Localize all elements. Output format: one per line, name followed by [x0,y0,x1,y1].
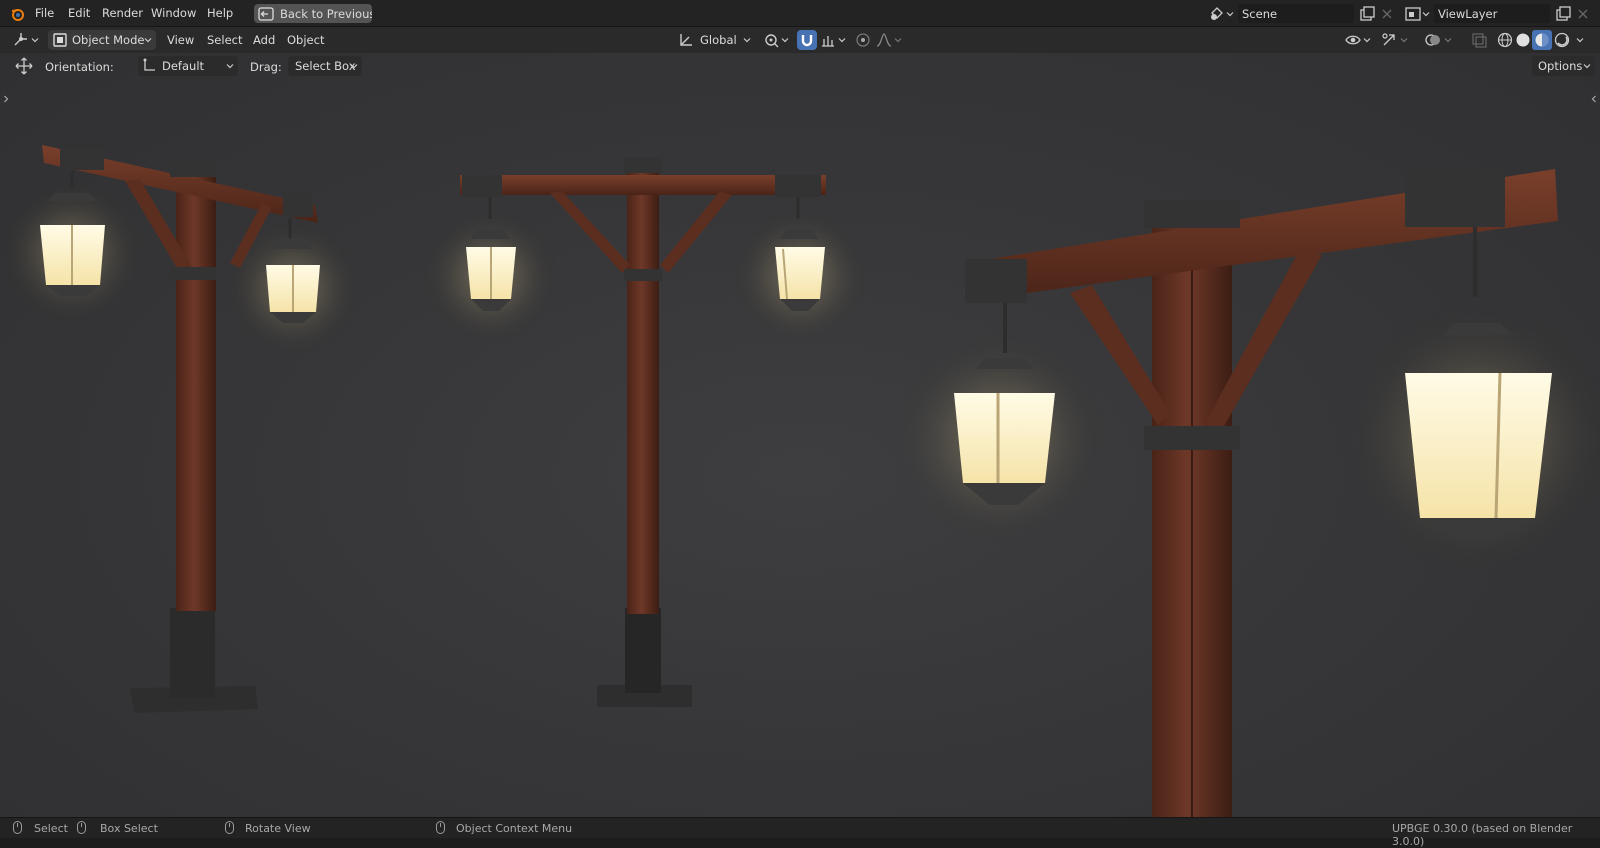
chevron-down-icon [226,62,234,70]
chevron-down-icon [350,62,358,70]
snap-magnet-icon [798,31,816,49]
pivot-point-icon[interactable] [762,31,780,49]
toolbar-expand-arrow-icon[interactable] [2,95,10,103]
material-preview-icon [1533,31,1551,49]
snap-target-icon[interactable] [819,31,837,49]
close-icon[interactable] [1574,5,1592,23]
scene-name-field[interactable]: Scene [1238,4,1354,23]
transform-orientation-icon [140,57,158,75]
chevron-down-icon[interactable] [1422,10,1430,18]
back-to-previous-button[interactable]: Back to Previous [254,4,372,23]
orientation-label: Orientation: [45,60,114,74]
object-mode-label: Object Mode [72,33,145,47]
drag-dropdown[interactable]: Select Box [288,56,362,76]
proportional-editing-icon[interactable] [854,31,872,49]
orientation-value: Default [162,59,205,73]
chevron-down-icon[interactable] [1444,36,1452,44]
drag-value: Select Box [295,59,356,73]
scene-name: Scene [1242,7,1278,21]
options-dropdown[interactable]: Options [1532,56,1595,76]
chevron-down-icon[interactable] [1363,36,1371,44]
transform-orientation-icon[interactable] [677,31,695,49]
xray-icon[interactable] [1470,31,1488,49]
view-layer-name: ViewLayer [1438,7,1498,21]
drag-label: Drag: [250,60,282,74]
snap-toggle[interactable] [797,30,817,50]
view-layer-icon[interactable] [1404,5,1422,23]
chevron-down-icon[interactable] [31,36,39,44]
chevron-down-icon [1583,62,1591,70]
eye-icon[interactable] [1344,31,1362,49]
menu-help[interactable]: Help [207,6,233,20]
lamp-post-right[interactable] [890,167,1600,817]
solid-shading-icon[interactable] [1514,31,1532,49]
mouse-drag-icon [77,821,86,834]
status-box-select: Box Select [100,822,158,835]
move-tool-icon[interactable] [15,57,33,75]
status-context-menu: Object Context Menu [456,822,573,835]
3d-viewport[interactable]: Orientation: Default Drag: Select Box Op… [0,53,1600,817]
menu-render[interactable]: Render [102,6,143,20]
sidebar-expand-arrow-icon[interactable] [1590,95,1598,103]
options-label: Options [1538,59,1583,73]
mouse-middle-icon [225,821,234,834]
lamp-post-left[interactable] [0,145,363,713]
back-to-previous-label: Back to Previous [280,7,372,21]
chevron-down-icon[interactable] [894,36,902,44]
mouse-left-icon [13,821,22,834]
object-mode-dropdown[interactable]: Object Mode [48,30,156,50]
mouse-right-icon [436,821,445,834]
chevron-down-icon [144,36,152,44]
status-rotate-view: Rotate View [245,822,311,835]
status-select: Select [34,822,68,835]
3d-viewport-icon[interactable] [12,31,30,49]
menu-object[interactable]: Object [287,33,324,47]
scene-icon[interactable] [1208,5,1226,23]
chevron-down-icon[interactable] [1400,36,1408,44]
blender-logo-icon[interactable] [9,5,27,23]
wireframe-shading-icon[interactable] [1496,31,1514,49]
menu-edit[interactable]: Edit [68,6,90,20]
menu-window[interactable]: Window [151,6,196,20]
orientation-dropdown[interactable]: Default [138,56,238,76]
version-label: UPBGE 0.30.0 (based on Blender 3.0.0) [1392,822,1573,848]
scene-render [0,145,1600,817]
material-preview-toggle[interactable] [1532,30,1552,50]
chevron-down-icon[interactable] [1576,36,1584,44]
chevron-down-icon[interactable] [781,36,789,44]
back-arrow-icon [257,5,274,21]
menu-select[interactable]: Select [207,33,242,47]
new-scene-icon[interactable] [1358,5,1376,23]
overlay-icon[interactable] [1424,31,1442,49]
proportional-falloff-icon[interactable] [875,31,893,49]
menu-file[interactable]: File [35,6,54,20]
chevron-down-icon[interactable] [1226,10,1234,18]
menu-view[interactable]: View [167,33,194,47]
new-view-layer-icon[interactable] [1554,5,1572,23]
menu-add[interactable]: Add [253,33,275,47]
rendered-shading-icon[interactable] [1553,31,1571,49]
transform-orientation-value[interactable]: Global [700,33,737,47]
top-bar: File Edit Render Window Help Back to Pre… [0,0,1600,27]
gizmo-icon[interactable] [1380,31,1398,49]
status-bar: Select Box Select Rotate View Object Con… [0,817,1600,848]
viewport-header: Object Mode View Select Add Object Globa… [0,27,1600,53]
view-layer-name-field[interactable]: ViewLayer [1434,4,1550,23]
close-icon[interactable] [1378,5,1396,23]
chevron-down-icon[interactable] [743,36,751,44]
chevron-down-icon[interactable] [838,36,846,44]
object-mode-icon [51,31,69,49]
lamp-post-middle[interactable] [420,157,870,707]
